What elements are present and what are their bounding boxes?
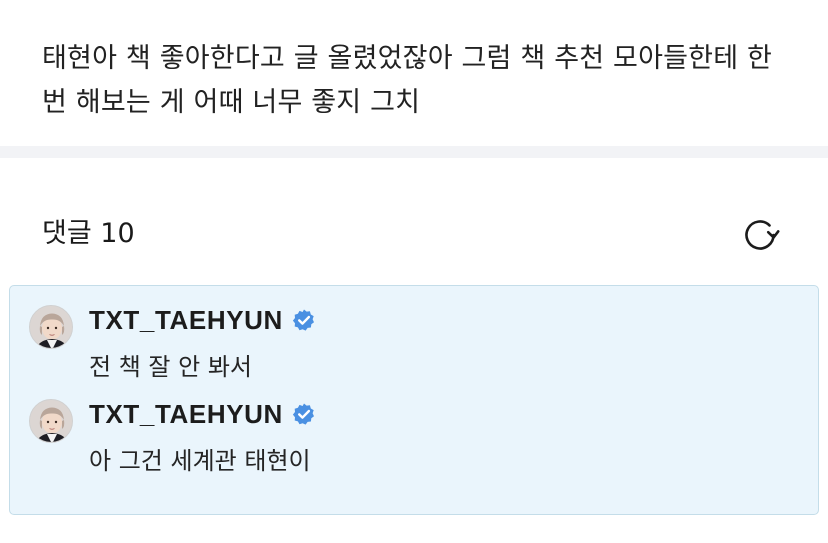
comments-count: 댓글 10 xyxy=(42,218,135,249)
reply-text: 아 그건 세계관 태현이 xyxy=(89,447,311,475)
reply-thread: TXT_TAEHYUN 전 책 잘 안 봐서 TXT_TAEHYUN 아 그건 … xyxy=(9,285,819,515)
refresh-button[interactable] xyxy=(738,213,782,257)
post-content: 태현아 책 좋아한다고 글 올렸었잖아 그럼 책 추천 모아들한테 한 번 해보… xyxy=(0,0,828,146)
author-name[interactable]: TXT_TAEHYUN xyxy=(89,399,283,430)
verified-badge-icon xyxy=(292,309,314,331)
verified-badge-icon xyxy=(292,403,314,425)
reply-item: TXT_TAEHYUN 전 책 잘 안 봐서 xyxy=(10,286,820,381)
author-row: TXT_TAEHYUN xyxy=(89,303,317,337)
author-row: TXT_TAEHYUN xyxy=(89,397,317,431)
refresh-icon xyxy=(745,220,780,250)
reply-text: 전 책 잘 안 봐서 xyxy=(89,353,252,381)
reply-item: TXT_TAEHYUN 아 그건 세계관 태현이 xyxy=(10,380,820,475)
avatar[interactable] xyxy=(29,399,73,443)
author-name[interactable]: TXT_TAEHYUN xyxy=(89,305,283,336)
section-divider xyxy=(0,146,828,158)
post-body: 태현아 책 좋아한다고 글 올렸었잖아 그럼 책 추천 모아들한테 한 번 해보… xyxy=(42,43,773,118)
avatar[interactable] xyxy=(29,305,73,349)
comments-header: 댓글 10 xyxy=(0,158,828,283)
